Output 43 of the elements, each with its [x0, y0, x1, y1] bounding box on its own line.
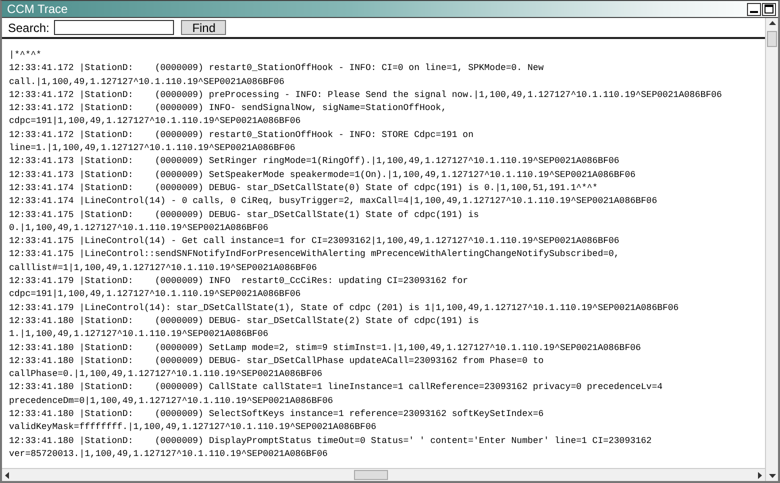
log-line: 12:33:41.180 |StationD: (0000009) DEBUG- star_DSetCallPhase updateACall=23093162 from Phase=0 to [9, 354, 544, 368]
log-line: 12:33:41.172 |StationD: (0000009) restart0_StationOffHook - INFO: CI=0 on line=1, SPKMode=0. New [9, 62, 544, 76]
search-field[interactable] [54, 20, 174, 35]
log-line: 12:33:41.172 |StationD: (0000009) restart0_StationOffHook - INFO: STORE Cdpc=191 on [9, 128, 474, 142]
horizontal-scrollbar[interactable] [2, 468, 765, 481]
log-line: |*^*^* [9, 49, 42, 62]
log-line: 12:33:41.173 |StationD: (0000009) SetSpeakerMode speakermode=1(On).|1,100,49,1.127127^10.1.110.19^SEP0021A086BF06 [9, 168, 636, 182]
scroll-thumb[interactable] [767, 31, 777, 47]
log-line: 12:33:41.180 |StationD: (0000009) DisplayPromptStatus timeOut=0 Status=' ' content='Enter Number' line=1 CI=23093162 [9, 434, 652, 448]
log-line: 12:33:41.174 |LineControl(14) - 0 calls, 0 CiReq, busyTrigger=2, maxCall=4|1,100,49,1.127127^10.1.110.19^SEP0021A086BF06 [9, 195, 658, 208]
log-line: 12:33:41.180 |StationD: (0000009) SetLamp mode=2, stim=9 stimInst=1.|1,100,49,1.127127^10.1.110.19^SEP0021A086BF06 [9, 342, 641, 355]
maximize-icon [764, 4, 774, 14]
log-line: 0.|1,100,49,1.127127^10.1.110.19^SEP0021A086BF06 [9, 222, 268, 235]
log-line: 12:33:41.180 |StationD: (0000009) DEBUG- star_DSetCallState(2) State of cdpc(191) is [9, 314, 479, 328]
minimize-icon [750, 10, 758, 12]
log-line: 12:33:41.175 |StationD: (0000009) DEBUG- star_DSetCallState(1) State of cdpc(191) is [9, 208, 479, 222]
log-line: validKeyMask=ffffffff.|1,100,49,1.127127^10.1.110.19^SEP0021A086BF06 [9, 421, 376, 434]
log-line: calllist#=1|1,100,49,1.127127^10.1.110.19^SEP0021A086BF06 [9, 262, 317, 275]
log-line: cdpc=191|1,100,49,1.127127^10.1.110.19^SEP0021A086BF06 [9, 115, 301, 128]
log-line: 12:33:41.180 |StationD: (0000009) CallState callState=1 lineInstance=1 callReference=23093162 privacy=0 precedenceLv=4 [9, 381, 663, 394]
log-line: 1.|1,100,49,1.127127^10.1.110.19^SEP0021A086BF06 [9, 328, 268, 342]
log-line: 12:33:41.174 |StationD: (0000009) DEBUG- star_DSetCallState(0) State of cdpc(191) is 0.|1,100,51,191.1^*^* [9, 182, 598, 195]
search-label: Search: [8, 20, 50, 34]
log-line: callPhase=0.|1,100,49,1.127127^10.1.110.19^SEP0021A086BF06 [9, 368, 322, 382]
log-line: line=1.|1,100,49,1.127127^10.1.110.19^SEP0021A086BF06 [9, 142, 296, 156]
log-line: 12:33:41.175 |LineControl(14) - Get call instance=1 for CI=23093162|1,100,49,1.127127^10.1.110.19^SEP0021A086BF06 [9, 235, 620, 248]
log-line: cdpc=191|1,100,49,1.127127^10.1.110.19^SEP0021A086BF06 [9, 288, 301, 302]
log-line: ver=85720013.|1,100,49,1.127127^10.1.110.19^SEP0021A086BF06 [9, 448, 328, 461]
window-title: CCM Trace [7, 2, 68, 16]
minimize-button[interactable] [747, 2, 761, 16]
maximize-button[interactable] [762, 2, 776, 16]
vertical-scrollbar[interactable] [765, 18, 778, 481]
scroll-thumb[interactable] [354, 470, 388, 480]
log-line: 12:33:41.172 |StationD: (0000009) preProcessing - INFO: Please Send the signal now.|1,100,49,1.127127^10.1.110.19^SEP0021A086BF06 [9, 88, 722, 102]
log-line: 12:33:41.175 |LineControl::sendSNFNotifyIndForPresenceWithAlerting mPrecenceWithAlertingChangeNotifySubscribed=0, [9, 248, 620, 262]
log-line: precedenceDm=0|1,100,49,1.127127^10.1.110.19^SEP0021A086BF06 [9, 394, 334, 408]
log-line: 12:33:41.180 |StationD: (0000009) SelectSoftKeys instance=1 reference=23093162 softKeySetIndex=6 [9, 408, 544, 422]
find-button[interactable]: Find [181, 20, 226, 35]
log-line: 12:33:41.172 |StationD: (0000009) INFO- sendSignalNow, sigName=StationOffHook, [9, 102, 446, 116]
log-line: 12:33:41.179 |StationD: (0000009) INFO restart0_CcCiRes: updating CI=23093162 for [9, 275, 468, 288]
log-line: call.|1,100,49,1.127127^10.1.110.19^SEP0021A086BF06 [9, 76, 284, 89]
log-line: 12:33:41.173 |StationD: (0000009) SetRinger ringMode=1(RingOff).|1,100,49,1.127127^10.1.110.19^SEP0021A086BF06 [9, 155, 620, 168]
log-line: 12:33:41.179 |LineControl(14): star_DSetCallState(1), State of cdpc (201) is 1|1,100,49,1.127127^10.1.110.19^SEP0021A086BF06 [9, 302, 679, 315]
